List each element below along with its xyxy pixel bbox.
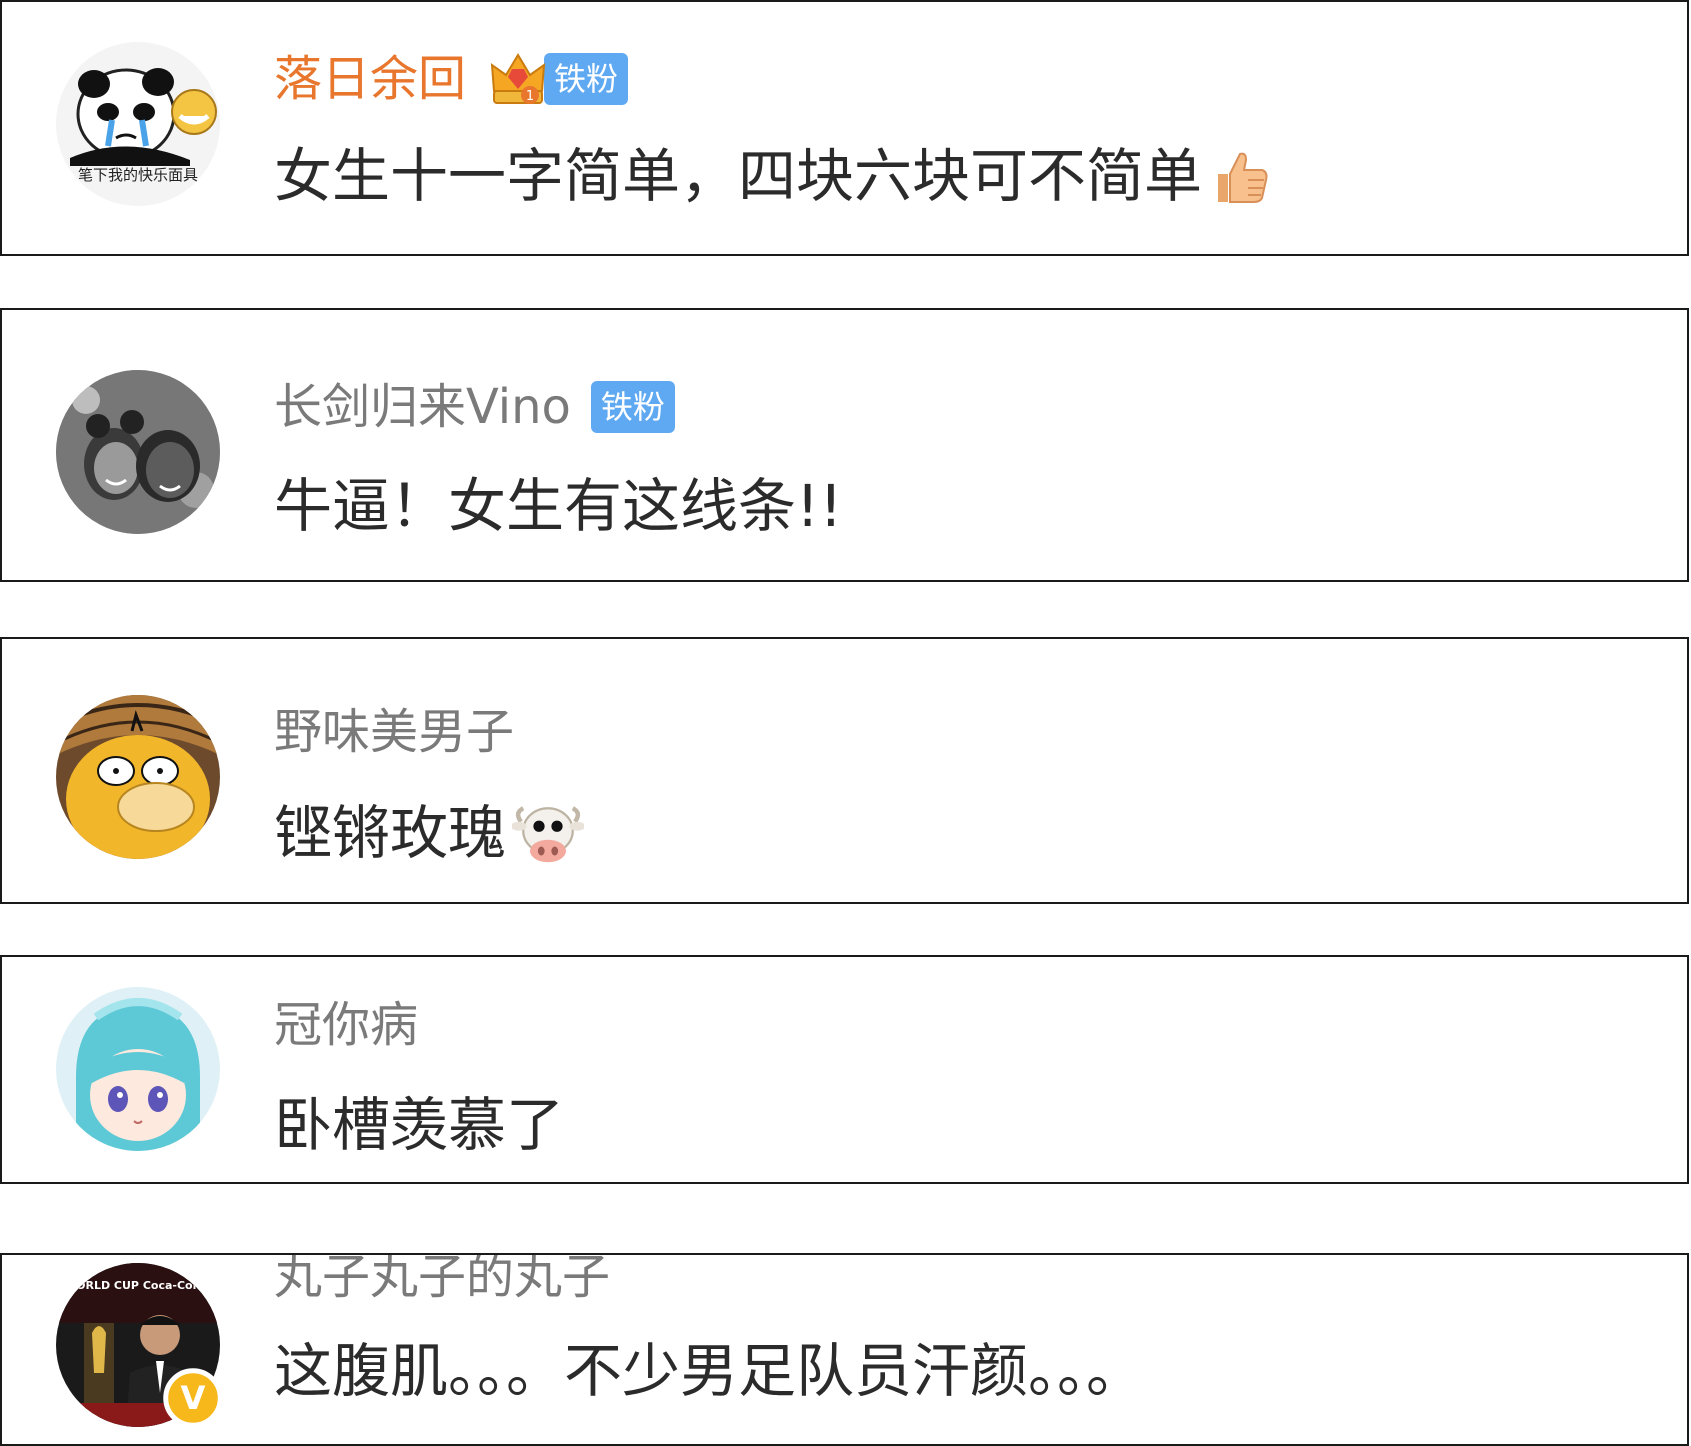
psyduck-avatar-icon (56, 695, 220, 859)
badge-group: 1 铁粉 (486, 47, 629, 111)
crown-level: 1 (526, 89, 534, 104)
fan-badge: 铁粉 (544, 53, 629, 105)
comment-content: 卧槽羡慕了 (274, 1091, 565, 1159)
username-text[interactable]: 丸子丸子的丸子 (274, 1255, 610, 1307)
crown-icon: 1 (490, 53, 546, 104)
cow-face-emoji-icon (512, 806, 585, 863)
badge-group: 铁粉 (590, 381, 675, 433)
comment-card: WORLD CUP Coca-Cola V 丸子丸子的丸子 这腹肌。。。不少男足… (0, 1253, 1689, 1446)
username-text[interactable]: 冠你病 (274, 995, 418, 1055)
user-avatar[interactable] (56, 987, 220, 1151)
comment-content: 女生十一字简单，四块六块可不简单 (274, 142, 1203, 210)
comment-content: 牛逼！女生有这线条!! (274, 472, 843, 540)
comment-text: 牛逼！女生有这线条!! (274, 470, 843, 542)
username[interactable]: 长剑归来Vino 铁粉 (274, 377, 675, 437)
comment-text: 这腹肌。。。不少男足队员汗颜。。。 (274, 1335, 1144, 1407)
username[interactable]: 落日余回 1 铁粉 (274, 47, 629, 111)
anime-girl-avatar-icon (56, 987, 220, 1151)
comment-card: 野味美男子 铿锵玫瑰 (0, 637, 1689, 904)
user-avatar[interactable] (56, 695, 220, 859)
panda-meme-avatar-icon: 笔下我的快乐面具 (56, 42, 220, 206)
fan-badge: 铁粉 (590, 381, 675, 433)
username-text[interactable]: 落日余回 (274, 49, 466, 109)
verified-badge-icon: V (163, 1368, 223, 1428)
avatar-caption: 笔下我的快乐面具 (78, 166, 198, 184)
comment-text: 女生十一字简单，四块六块可不简单 (274, 140, 1272, 212)
user-avatar[interactable]: 笔下我的快乐面具 (56, 42, 220, 206)
comment-card: 笔下我的快乐面具 落日余回 1 铁粉 女生十一字简单，四块六块可不简单 (0, 0, 1689, 256)
username-text[interactable]: 野味美男子 (274, 702, 514, 762)
avatar-caption: WORLD CUP Coca-Cola (64, 1279, 204, 1292)
username[interactable]: 丸子丸子的丸子 (274, 1255, 610, 1307)
comment-content: 铿锵玫瑰 (274, 799, 507, 867)
comment-text: 卧槽羡慕了 (274, 1089, 564, 1161)
verified-mark: V (181, 1379, 206, 1417)
comment-content: 这腹肌。。。不少男足队员汗颜。。。 (274, 1337, 1145, 1405)
comment-card: 冠你病 卧槽羡慕了 (0, 955, 1689, 1184)
username[interactable]: 野味美男子 (274, 702, 514, 762)
photo-avatar-icon (56, 370, 220, 534)
comment-text: 铿锵玫瑰 (274, 797, 585, 869)
username[interactable]: 冠你病 (274, 995, 418, 1055)
comment-card: 长剑归来Vino 铁粉 牛逼！女生有这线条!! (0, 308, 1689, 582)
username-text[interactable]: 长剑归来Vino (274, 377, 571, 437)
thumbs-up-emoji-icon (1218, 152, 1268, 203)
user-avatar[interactable] (56, 370, 220, 534)
